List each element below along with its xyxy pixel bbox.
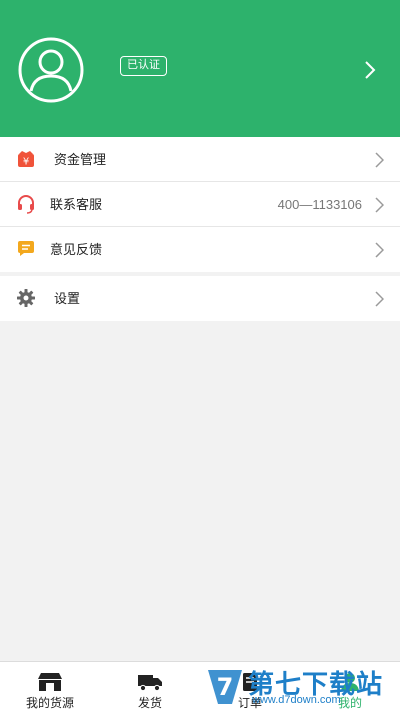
chevron-right-icon: [375, 197, 384, 213]
tab-label: 发货: [137, 696, 162, 710]
yuan-glyph: ¥: [23, 157, 29, 168]
tab-my-supply[interactable]: 我的货源: [0, 662, 100, 711]
truck-icon: [138, 675, 162, 692]
chevron-right-icon: [375, 291, 384, 307]
chevron-right-icon[interactable]: [364, 60, 376, 80]
store-icon: [38, 673, 62, 691]
site-watermark: 7 第七下载站 www.d7down.com: [204, 662, 400, 711]
tab-ship[interactable]: 发货: [100, 662, 200, 711]
menu-label-settings: 设置: [54, 291, 81, 306]
watermark-mark: 7: [217, 673, 234, 701]
service-phone[interactable]: 400—1133106: [278, 182, 362, 227]
chevron-right-icon: [375, 242, 384, 258]
menu-item-service[interactable]: 联系客服 400—1133106: [0, 182, 400, 227]
chevron-right-icon: [375, 152, 384, 168]
menu-label-feedback: 意见反馈: [50, 242, 103, 257]
gear-icon: [17, 289, 35, 307]
menu-group-main: ¥ 资金管理 联系客服 400—1133106 意见反馈: [0, 137, 400, 272]
watermark-url: www.d7down.com: [252, 694, 341, 706]
wallet-icon: ¥: [18, 151, 34, 168]
menu-item-feedback[interactable]: 意见反馈: [0, 227, 400, 272]
profile-header[interactable]: 已认证: [0, 0, 400, 137]
tab-label: 我的货源: [25, 696, 74, 710]
message-icon: [18, 241, 34, 256]
menu-group-settings: 设置: [0, 276, 400, 321]
menu-label-funds: 资金管理: [54, 152, 107, 167]
user-avatar-icon[interactable]: [12, 36, 90, 104]
headset-icon: [18, 195, 34, 214]
watermark-logo-icon: 7: [208, 670, 242, 704]
verified-badge: 已认证: [120, 56, 167, 76]
menu-label-service: 联系客服: [50, 197, 103, 212]
menu-item-funds[interactable]: ¥ 资金管理: [0, 137, 400, 182]
menu-item-settings[interactable]: 设置: [0, 276, 400, 321]
